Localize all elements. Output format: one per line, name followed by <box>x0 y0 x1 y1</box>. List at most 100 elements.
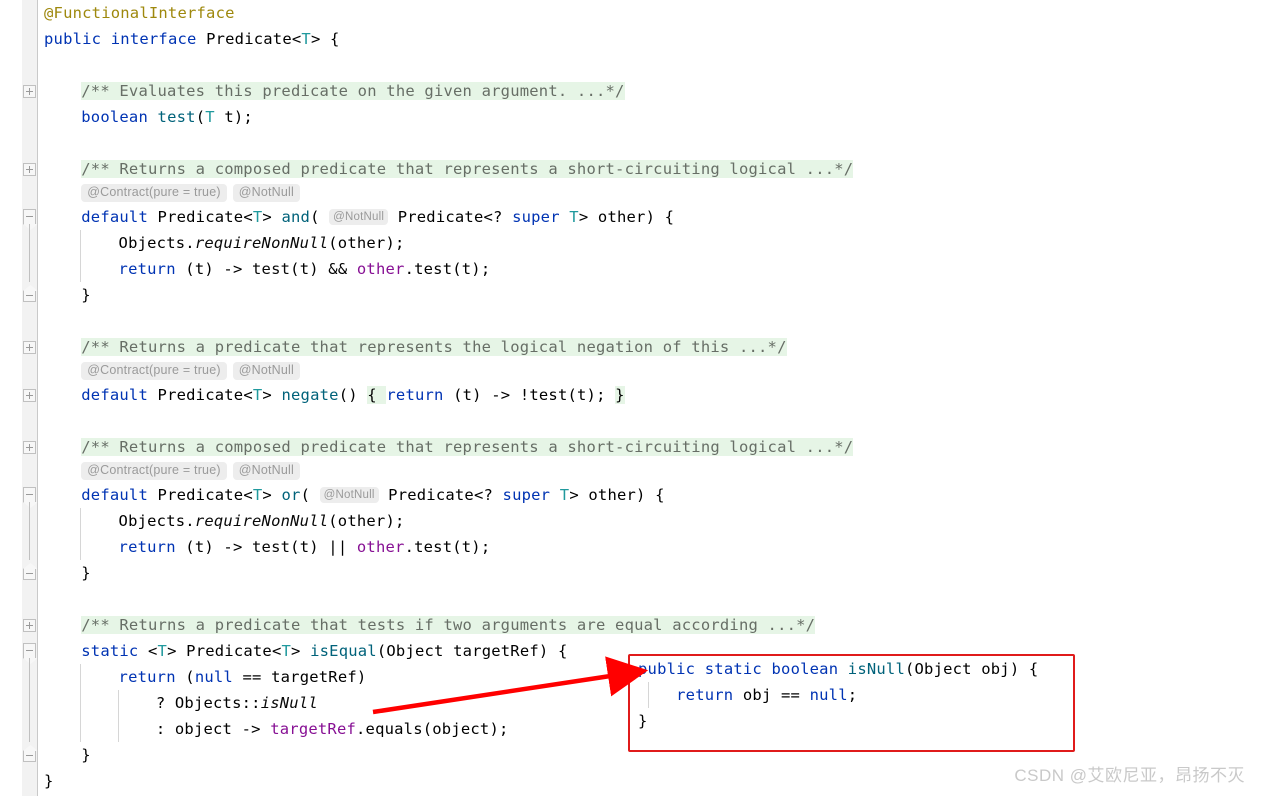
code-token: ( <box>175 668 195 686</box>
code-token: } <box>81 564 91 582</box>
code-token: ( <box>310 208 330 226</box>
code-token: } <box>81 746 91 764</box>
code-token: > other) { <box>578 208 675 226</box>
code-comment: /** Returns a predicate that represents … <box>81 338 787 356</box>
code-line[interactable]: default Predicate<T> or( @NotNull Predic… <box>0 482 665 508</box>
code-token: static <box>704 660 762 678</box>
code-line[interactable]: default Predicate<T> negate() { return (… <box>0 382 625 408</box>
inlay-hint-row[interactable]: @Contract(pure = true) @NotNull <box>0 360 301 381</box>
code-token: Objects. <box>118 234 195 252</box>
code-line[interactable]: return (null == targetRef) <box>0 664 367 690</box>
code-token: .test(t); <box>404 538 491 556</box>
code-token: == targetRef) <box>232 668 367 686</box>
code-token: boolean <box>81 108 148 126</box>
inlay-hint-badge[interactable]: @NotNull <box>232 361 301 380</box>
code-line[interactable]: Objects.requireNonNull(other); <box>0 508 405 534</box>
code-token: (other); <box>328 512 405 530</box>
code-token: T <box>281 642 292 660</box>
code-token: return <box>676 686 734 704</box>
code-token: test <box>252 260 291 278</box>
code-token: return <box>118 668 176 686</box>
code-token: (t) -> !test(t); <box>443 386 616 404</box>
inlay-hint-notnull: @NotNull <box>319 486 379 503</box>
inlay-hint-badge[interactable]: @Contract(pure = true) <box>81 361 227 380</box>
code-line[interactable] <box>0 586 54 612</box>
code-token: .test(t); <box>404 260 491 278</box>
code-line[interactable]: /** Returns a predicate that represents … <box>0 334 787 360</box>
code-token: or <box>281 486 301 504</box>
code-line[interactable]: /** Returns a predicate that tests if tw… <box>0 612 816 638</box>
inlay-hint-badge[interactable]: @Contract(pure = true) <box>81 183 227 202</box>
code-line[interactable]: } <box>0 282 91 308</box>
code-line[interactable] <box>0 308 54 334</box>
inlay-hint-row[interactable]: @Contract(pure = true) @NotNull <box>0 460 301 481</box>
code-token: return <box>118 538 176 556</box>
code-comment: /** Returns a composed predicate that re… <box>81 438 854 456</box>
code-token: super <box>502 486 551 504</box>
inlay-hint-badge[interactable]: @NotNull <box>232 183 301 202</box>
annotation-callout-box: public static boolean isNull(Object obj)… <box>628 654 1075 752</box>
callout-code-line: return obj == null; <box>630 682 1073 708</box>
code-token: } <box>638 712 648 730</box>
code-line[interactable]: default Predicate<T> and( @NotNull Predi… <box>0 204 674 230</box>
code-token: Predicate< <box>196 30 302 48</box>
code-token: T <box>252 208 263 226</box>
code-line[interactable]: public interface Predicate<T> { <box>0 26 340 52</box>
code-line[interactable]: ? Objects::isNull <box>0 690 318 716</box>
inlay-hint-row[interactable]: @Contract(pure = true) @NotNull <box>0 182 301 203</box>
code-line[interactable]: return (t) -> test(t) || other.test(t); <box>0 534 491 560</box>
code-line[interactable]: /** Returns a composed predicate that re… <box>0 156 854 182</box>
code-token: test <box>252 538 291 556</box>
callout-code-line: } <box>630 708 1073 734</box>
code-line[interactable]: @FunctionalInterface <box>0 0 235 26</box>
code-token: (t) -> <box>175 538 253 556</box>
code-line[interactable]: return (t) -> test(t) && other.test(t); <box>0 256 491 282</box>
code-comment: /** Returns a predicate that tests if tw… <box>81 616 816 634</box>
code-token: ; <box>847 686 858 704</box>
code-line[interactable]: boolean test(T t); <box>0 104 253 130</box>
code-token: isNull <box>260 694 318 712</box>
code-token: < <box>138 642 158 660</box>
code-editor-surface[interactable]: @FunctionalInterface public interface Pre… <box>0 0 1263 796</box>
code-token: obj == <box>733 686 810 704</box>
code-comment: /** Returns a composed predicate that re… <box>81 160 854 178</box>
code-token: interface <box>110 30 197 48</box>
inlay-hint-badge[interactable]: @NotNull <box>232 461 301 480</box>
code-token: T <box>569 208 579 226</box>
code-token: (t) || <box>290 538 357 556</box>
code-line[interactable] <box>0 52 54 78</box>
code-line[interactable]: /** Returns a composed predicate that re… <box>0 434 854 460</box>
code-line[interactable]: } <box>0 768 54 794</box>
code-line[interactable]: /** Evaluates this predicate on the give… <box>0 78 625 104</box>
code-token: > <box>262 386 282 404</box>
code-token: null <box>809 686 848 704</box>
code-line[interactable] <box>0 130 54 156</box>
inlay-hint-badge[interactable]: @Contract(pure = true) <box>81 461 227 480</box>
code-token: > <box>291 642 311 660</box>
code-token: T <box>559 486 570 504</box>
code-line[interactable]: : object -> targetRef.equals(object); <box>0 716 509 742</box>
code-line[interactable]: static <T> Predicate<T> isEqual(Object t… <box>0 638 567 664</box>
code-token: return <box>118 260 176 278</box>
code-line[interactable]: Objects.requireNonNull(other); <box>0 230 405 256</box>
code-comment: /** Evaluates this predicate on the give… <box>81 82 625 100</box>
code-token: Predicate<? <box>378 486 503 504</box>
code-line[interactable]: } <box>0 560 91 586</box>
code-token: .equals(object); <box>356 720 509 738</box>
code-token: : object -> <box>155 720 271 738</box>
code-token: t); <box>214 108 253 126</box>
code-token: T <box>301 30 311 48</box>
csdn-watermark: CSDN @艾欧尼亚，昂扬不灭 <box>1014 766 1245 785</box>
code-token: (other); <box>328 234 405 252</box>
code-token: > { <box>310 30 340 48</box>
code-token: test <box>157 108 196 126</box>
code-line[interactable]: } <box>0 742 91 768</box>
code-token: (Object obj) { <box>904 660 1039 678</box>
code-token: T <box>252 386 263 404</box>
code-line[interactable] <box>0 408 54 434</box>
